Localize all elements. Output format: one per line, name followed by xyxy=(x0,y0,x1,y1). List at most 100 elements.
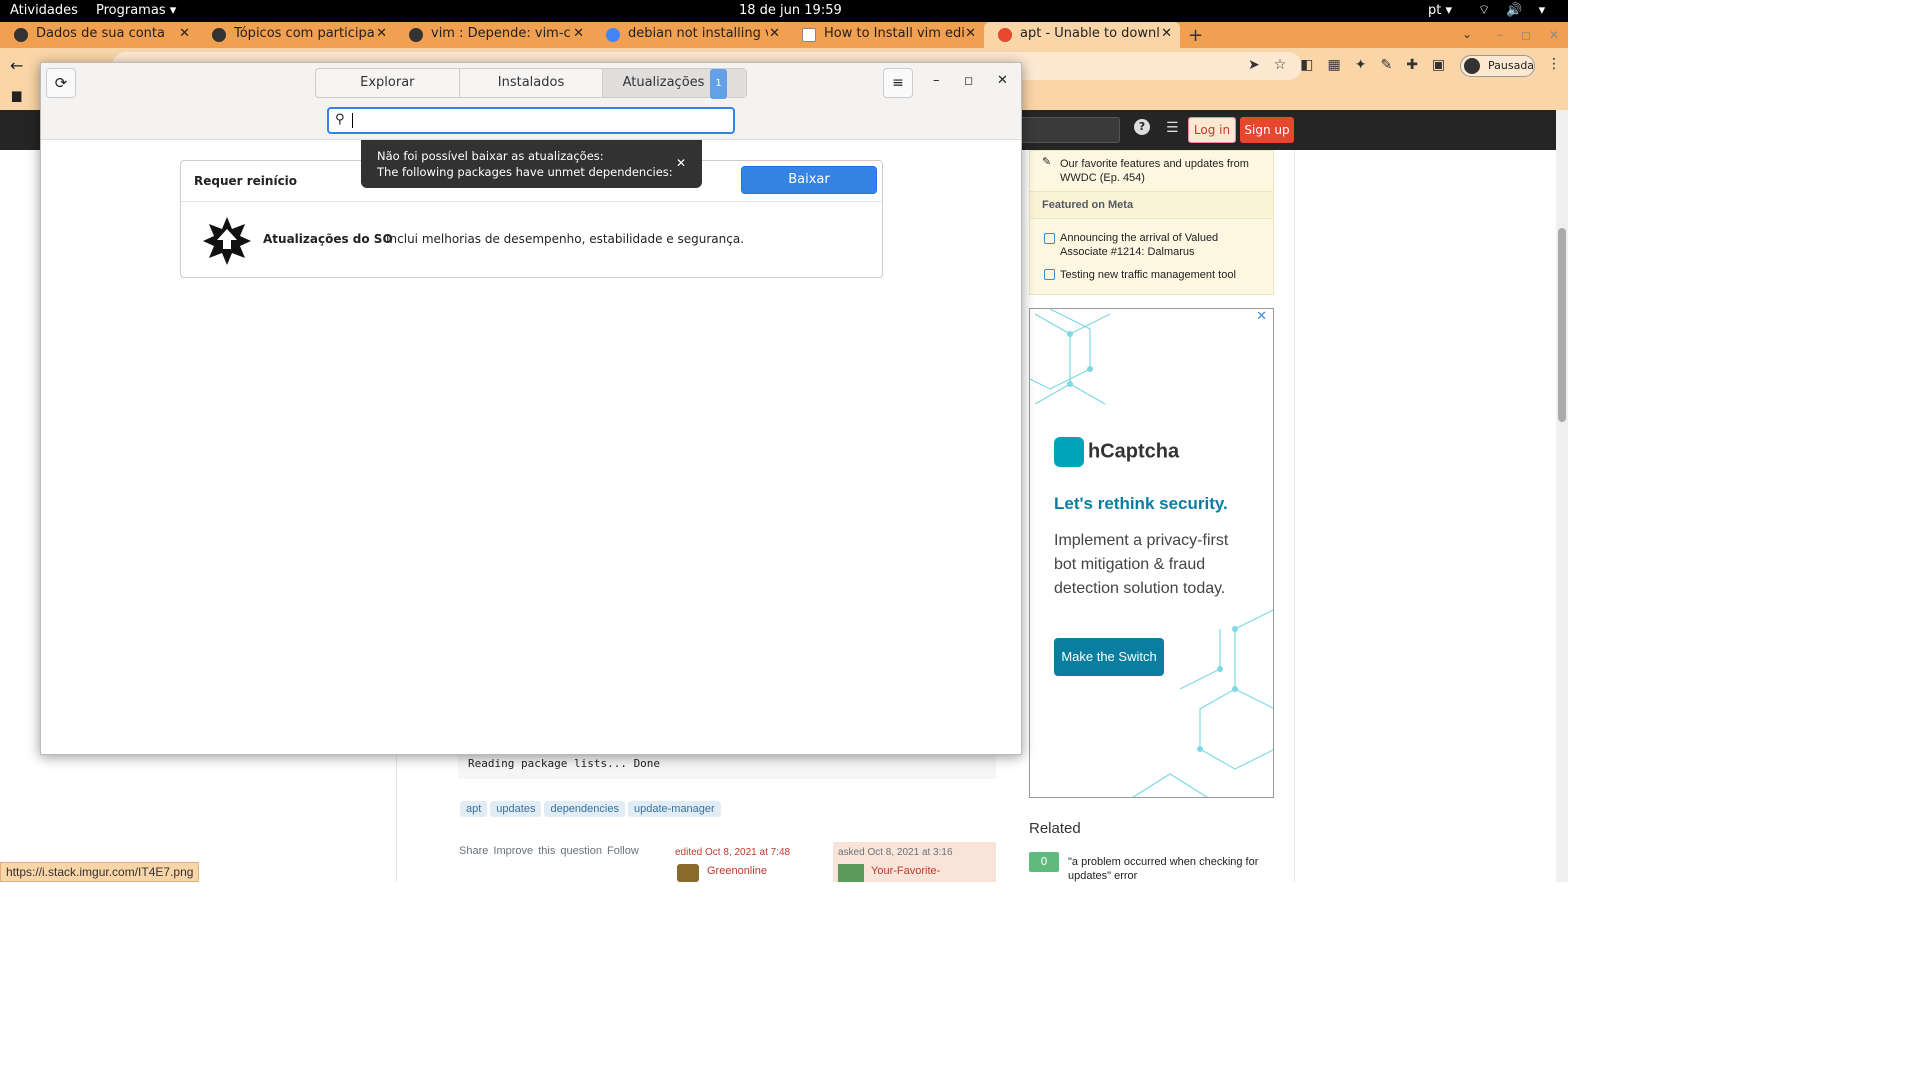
meta-link[interactable]: Testing new traffic management tool xyxy=(1060,269,1265,281)
chevron-down-icon[interactable]: ⌄ xyxy=(1462,27,1472,41)
maximize-icon[interactable]: ◻ xyxy=(1521,28,1531,42)
text-cursor xyxy=(352,113,353,128)
advertisement[interactable]: ✕ hCaptcha Let's rethink security. Imple… xyxy=(1029,308,1274,798)
close-button[interactable]: ✕ xyxy=(997,73,1008,88)
os-update-name[interactable]: Atualizações do SO xyxy=(263,232,393,246)
refresh-button[interactable]: ⟳ xyxy=(46,68,76,98)
close-icon[interactable]: ✕ xyxy=(376,26,387,41)
meta-link[interactable]: Announcing the arrival of Valued Associa… xyxy=(1060,231,1265,259)
ad-close-icon[interactable]: ✕ xyxy=(1256,309,1267,324)
close-icon[interactable]: ✕ xyxy=(1161,26,1172,41)
extension-icons[interactable]: ➤☆◧▦✦✎✚▣ xyxy=(1248,57,1459,73)
os-update-description: Inclui melhorias de desempenho, estabili… xyxy=(386,232,745,246)
tab-explore[interactable]: Explorar xyxy=(316,69,460,97)
tab-install-vim[interactable]: How to Install vim editor o✕ xyxy=(788,22,984,48)
tab-favicon-icon xyxy=(409,28,423,42)
minimize-icon[interactable]: – xyxy=(1497,28,1503,42)
folder-icon[interactable]: ▆ xyxy=(12,88,21,102)
scrollbar-thumb[interactable] xyxy=(1558,228,1566,422)
related-heading: Related xyxy=(1029,820,1081,837)
editor-avatar[interactable] xyxy=(677,864,699,882)
ad-body: Implement a privacy-first bot mitigation… xyxy=(1054,532,1229,597)
download-button[interactable]: Baixar xyxy=(741,166,877,194)
site-switcher-icon[interactable]: ☰ xyxy=(1166,120,1179,136)
tab-installed[interactable]: Instalados xyxy=(460,69,604,97)
post-menu[interactable]: Share Improve this question Follow xyxy=(459,845,639,857)
browser-tab-bar: Dados de sua conta ✕ Tópicos com particip… xyxy=(0,22,1568,48)
gnome-top-bar: Atividades Programas ▾ 18 de jun 19:59 p… xyxy=(0,0,1568,22)
back-arrow-icon[interactable]: ← xyxy=(10,56,23,75)
error-line-2: The following packages have unmet depend… xyxy=(377,165,673,179)
tab-favicon-icon xyxy=(802,28,816,42)
minimize-button[interactable]: – xyxy=(933,73,940,88)
new-tab-icon[interactable]: + xyxy=(1188,25,1203,46)
help-icon[interactable]: ? xyxy=(1134,119,1150,135)
tab-updates[interactable]: Atualizações 1 xyxy=(603,69,747,99)
activities-button[interactable]: Atividades xyxy=(10,3,78,18)
tag-apt[interactable]: apt xyxy=(460,801,488,817)
error-line-1: Não foi possível baixar as atualizações: xyxy=(377,149,604,163)
blog-link[interactable]: Our favorite features and updates from W… xyxy=(1060,157,1265,185)
divider xyxy=(1294,150,1295,882)
tab-vim-depende[interactable]: vim : Depende: vim-comm✕ xyxy=(395,22,592,48)
clock[interactable]: 18 de jun 19:59 xyxy=(739,3,842,18)
ad-cta-button[interactable]: Make the Switch xyxy=(1054,638,1164,676)
asked-timestamp: asked Oct 8, 2021 at 3:16 xyxy=(838,847,953,858)
pencil-icon: ✎ xyxy=(1042,155,1052,168)
edited-timestamp[interactable]: edited Oct 8, 2021 at 7:48 xyxy=(675,847,790,858)
signup-button[interactable]: Sign up xyxy=(1240,117,1294,143)
close-window-icon[interactable]: ✕ xyxy=(1549,28,1559,42)
avatar xyxy=(1464,58,1480,74)
tag-updates[interactable]: updates xyxy=(490,801,542,817)
language-indicator[interactable]: pt ▾ xyxy=(1428,3,1452,18)
kebab-menu-icon[interactable]: ⋮ xyxy=(1547,56,1561,72)
meta-post-icon xyxy=(1044,269,1055,280)
related-score-badge: 0 xyxy=(1029,852,1059,872)
error-notification: Não foi possível baixar as atualizações:… xyxy=(361,140,702,188)
editor-name[interactable]: Greenonline xyxy=(707,865,767,877)
code-block: Reading package lists... Done xyxy=(458,752,996,779)
hcaptcha-logo: hCaptcha xyxy=(1054,437,1179,467)
maximize-button[interactable]: ◻ xyxy=(964,74,973,87)
tag-list: apt updates dependencies update-manager xyxy=(460,801,724,817)
restart-required-heading: Requer reinício xyxy=(194,174,298,188)
close-icon[interactable]: ✕ xyxy=(676,155,686,171)
divider xyxy=(181,201,882,202)
link-status-bar: https://i.stack.imgur.com/IT4E7.png xyxy=(0,862,200,882)
tab-apt-unable[interactable]: apt - Unable to download✕ xyxy=(984,22,1180,48)
login-button[interactable]: Log in xyxy=(1188,117,1236,143)
refresh-icon: ⟳ xyxy=(54,74,68,92)
search-input[interactable]: ⚲ xyxy=(327,107,735,134)
close-icon[interactable]: ✕ xyxy=(573,26,584,41)
tab-favicon-icon xyxy=(14,28,28,42)
tag-dependencies[interactable]: dependencies xyxy=(544,801,625,817)
updates-count-badge: 1 xyxy=(710,69,727,99)
view-switcher: Explorar Instalados Atualizações 1 xyxy=(315,68,747,99)
google-favicon-icon xyxy=(606,28,620,42)
tab-dados-conta[interactable]: Dados de sua conta ✕ xyxy=(0,22,198,48)
tab-favicon-icon xyxy=(212,28,226,42)
programs-menu[interactable]: Programas ▾ xyxy=(96,3,176,18)
asker-name[interactable]: Your-Favorite- xyxy=(871,865,940,877)
page-scrollbar[interactable] xyxy=(1556,110,1568,882)
profile-button[interactable]: Pausada xyxy=(1460,55,1535,77)
window-header: ⟳ Explorar Instalados Atualizações 1 ≡ – … xyxy=(41,63,1021,140)
system-menu[interactable]: ⌔ 🔊 ▾ xyxy=(1478,2,1551,18)
tab-debian-vim[interactable]: debian not installing vim✕ xyxy=(592,22,788,48)
close-icon[interactable]: ✕ xyxy=(179,26,190,41)
featured-meta-heading: Featured on Meta xyxy=(1030,191,1273,219)
asker-avatar[interactable] xyxy=(838,864,864,882)
hcaptcha-hand-icon xyxy=(1054,437,1084,467)
tag-update-manager[interactable]: update-manager xyxy=(627,801,721,817)
related-link[interactable]: "a problem occurred when checking for up… xyxy=(1068,855,1268,883)
tab-topicos[interactable]: Tópicos com participação✕ xyxy=(198,22,395,48)
menu-button[interactable]: ≡ xyxy=(883,68,913,98)
meta-post-icon xyxy=(1044,233,1055,244)
askubuntu-favicon-icon xyxy=(998,28,1012,42)
close-icon[interactable]: ✕ xyxy=(965,26,976,41)
close-icon[interactable]: ✕ xyxy=(769,26,780,41)
ad-headline: Let's rethink security. xyxy=(1054,494,1228,513)
hamburger-icon: ≡ xyxy=(892,75,904,91)
sidebar-blog-box: ✎ Our favorite features and updates from… xyxy=(1029,150,1274,295)
os-update-icon xyxy=(203,217,251,265)
